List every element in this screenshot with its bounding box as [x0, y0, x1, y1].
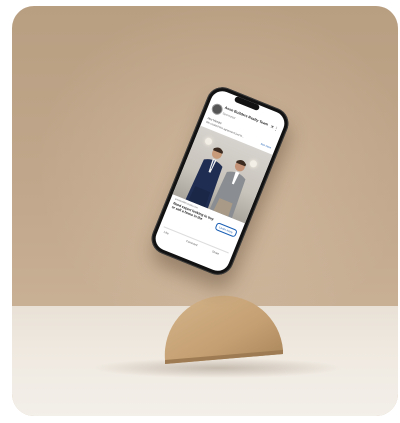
comment-button[interactable]: Comment: [185, 239, 198, 247]
product-photo-card: Anne Builders Realty Team Sponsored × ⋮ …: [12, 6, 398, 416]
share-button[interactable]: Share: [211, 249, 219, 256]
more-options-icon[interactable]: ⋮: [273, 125, 280, 132]
cork-stand: [164, 295, 283, 364]
like-button[interactable]: Like: [163, 230, 169, 236]
see-more-link[interactable]: See more: [260, 143, 272, 150]
